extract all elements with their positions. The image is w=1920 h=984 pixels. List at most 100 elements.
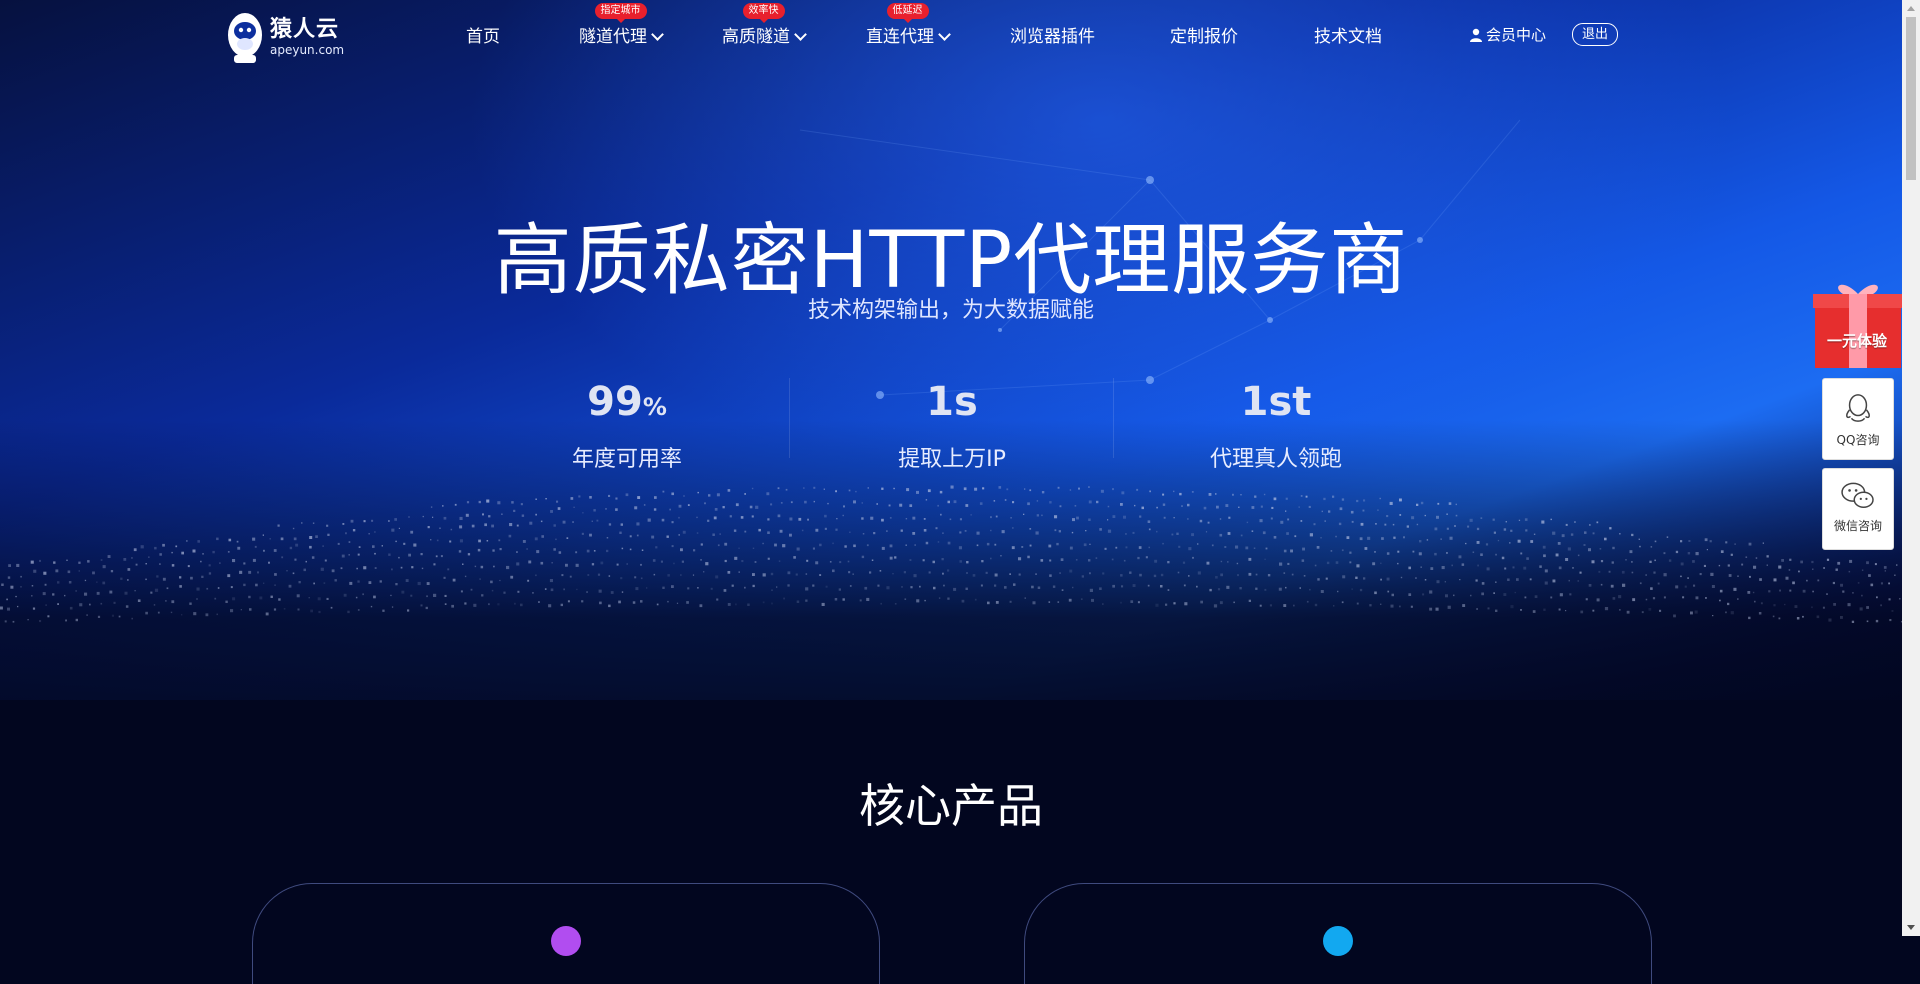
particle-dot	[395, 583, 398, 586]
particle-dot	[790, 501, 793, 504]
particle-dot	[1507, 578, 1510, 581]
particle-dot	[509, 523, 513, 527]
one-yuan-trial-button[interactable]: 一元体验	[1813, 282, 1903, 368]
particle-dot	[1216, 505, 1219, 509]
particle-dot	[506, 565, 510, 570]
particle-dot	[998, 486, 1002, 489]
particle-dot	[1187, 518, 1189, 520]
particle-dot	[337, 542, 340, 545]
particle-dot	[1112, 515, 1116, 518]
particle-dot	[660, 560, 663, 563]
particle-dot	[985, 571, 988, 574]
particle-dot	[606, 549, 609, 553]
scroll-down-arrow-icon[interactable]	[1902, 919, 1920, 936]
particle-dot	[1374, 551, 1376, 553]
particle-dot	[1675, 585, 1679, 589]
particle-dot	[904, 598, 907, 600]
particle-dot	[301, 522, 303, 524]
scroll-thumb[interactable]	[1906, 17, 1916, 180]
particle-dot	[171, 551, 173, 554]
particle-dot	[516, 562, 520, 566]
particle-dot	[819, 543, 822, 547]
particle-dot	[1320, 590, 1324, 593]
nav-premium-tunnel[interactable]: 效率快 高质隧道	[722, 3, 807, 47]
particle-dot	[123, 558, 127, 561]
nav-custom-quote[interactable]: 定制报价	[1170, 22, 1238, 47]
particle-dot	[880, 602, 882, 605]
particle-dot	[937, 541, 940, 543]
particle-dot	[1359, 588, 1363, 592]
product-card[interactable]	[1024, 883, 1652, 984]
particle-dot	[1584, 531, 1587, 534]
particle-dot	[273, 549, 277, 552]
particle-dot	[216, 613, 218, 616]
particle-dot	[305, 560, 307, 563]
particle-dot	[1255, 573, 1258, 576]
particle-dot	[454, 503, 457, 506]
particle-dot	[621, 547, 624, 550]
site-logo[interactable]: 猿人云 apeyun.com	[226, 9, 356, 65]
particle-dot	[283, 608, 286, 610]
particle-dot	[1426, 539, 1429, 541]
page-scrollbar[interactable]	[1902, 0, 1920, 936]
particle-dot	[239, 570, 243, 574]
nav-tunnel-proxy[interactable]: 指定城市 隧道代理	[579, 3, 664, 47]
particle-dot	[626, 563, 628, 565]
particle-dot	[641, 549, 644, 551]
particle-dot	[1027, 502, 1030, 506]
particle-dot	[473, 603, 477, 607]
wechat-consult-button[interactable]: 微信咨询	[1822, 468, 1894, 550]
particle-dot	[232, 559, 236, 563]
particle-dot	[723, 589, 727, 592]
particle-dot	[331, 569, 335, 573]
particle-dot	[374, 552, 376, 555]
particle-dot	[553, 524, 556, 527]
particle-dot	[1013, 583, 1016, 586]
nav-tech-docs-label: 技术文档	[1314, 27, 1382, 47]
particle-dot	[322, 545, 324, 547]
particle-dot	[1418, 552, 1422, 556]
particle-dot	[1645, 598, 1648, 601]
particle-dot	[1899, 598, 1901, 600]
particle-dot	[889, 556, 893, 560]
particle-dot	[1089, 543, 1091, 545]
particle-dot	[1408, 566, 1411, 570]
particle-dot	[20, 575, 22, 578]
nav-tech-docs[interactable]: 技术文档	[1314, 22, 1382, 47]
particle-dot	[787, 571, 791, 575]
particle-dot	[1089, 588, 1093, 592]
particle-dot	[1523, 566, 1527, 570]
member-center-link[interactable]: 会员中心	[1469, 24, 1546, 45]
particle-dot	[1693, 584, 1696, 587]
particle-dot	[1021, 546, 1024, 548]
particle-dot	[1848, 570, 1851, 573]
particle-dot	[1123, 515, 1126, 519]
particle-dot	[237, 546, 241, 550]
particle-dot	[569, 575, 572, 578]
product-card[interactable]	[252, 883, 880, 984]
nav-browser-plugin[interactable]: 浏览器插件	[1010, 22, 1095, 47]
logout-button[interactable]: 退出	[1572, 23, 1618, 46]
nav-direct-proxy[interactable]: 低延迟 直连代理	[866, 3, 951, 47]
qq-consult-button[interactable]: QQ咨询	[1822, 378, 1894, 460]
particle-dot	[1758, 612, 1762, 615]
particle-dot	[824, 527, 827, 530]
particle-dot	[1772, 615, 1775, 618]
particle-dot	[1849, 559, 1853, 563]
particle-dot	[1486, 567, 1490, 571]
particle-dot	[939, 490, 943, 494]
particle-dot	[39, 620, 42, 623]
particle-dot	[497, 603, 500, 606]
scroll-up-arrow-icon[interactable]	[1902, 0, 1920, 17]
particle-dot	[410, 594, 413, 597]
particle-dot	[84, 592, 88, 596]
particle-dot	[148, 556, 150, 558]
particle-dot	[269, 538, 271, 540]
particle-dot	[972, 574, 976, 577]
particle-dot	[815, 561, 819, 565]
nav-home[interactable]: 首页	[466, 22, 500, 47]
particle-dot	[517, 590, 520, 593]
particle-dot	[1323, 497, 1326, 501]
particle-dot	[252, 558, 256, 562]
particle-dot	[153, 604, 156, 606]
